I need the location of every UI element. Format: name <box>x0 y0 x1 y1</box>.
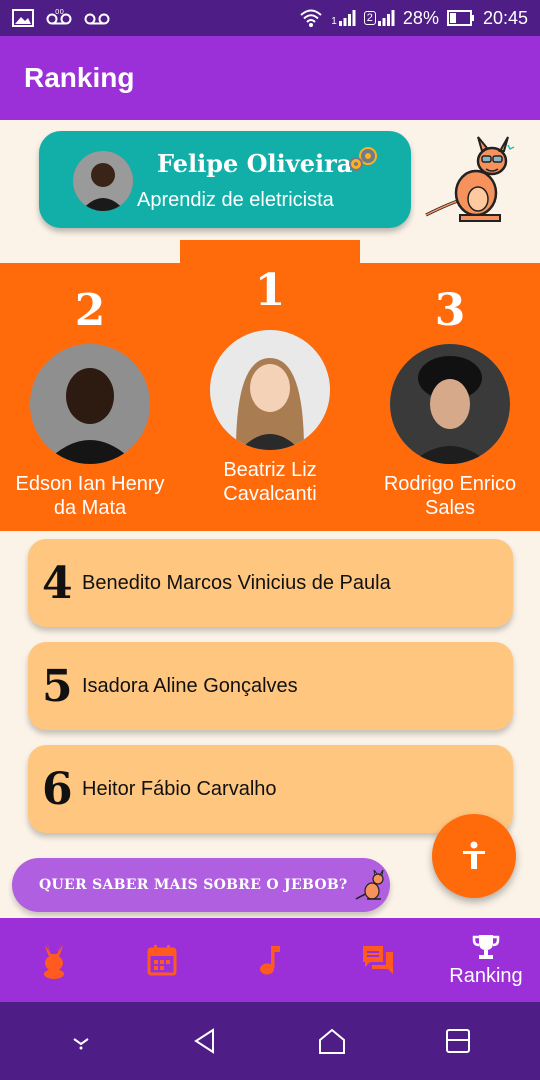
podium-rank: 1 <box>254 265 286 316</box>
battery-percent: 28% <box>402 7 439 28</box>
app-bar: Ranking <box>0 36 540 120</box>
status-bar: 00 1 2 28% 20:45 <box>0 0 540 36</box>
podium-name: Edson Ian Henry da Mata <box>15 473 165 519</box>
battery-icon <box>446 10 474 26</box>
bottom-nav: Ranking <box>0 918 540 1002</box>
chevron-down-icon[interactable] <box>69 1031 93 1051</box>
nav-label-ranking: Ranking <box>449 964 523 987</box>
podium-name: Beatriz Liz Cavalcanti <box>223 459 317 505</box>
accessibility-button[interactable] <box>432 814 516 898</box>
kangaroo-mascot-icon <box>425 136 515 222</box>
back-icon[interactable] <box>191 1027 219 1055</box>
sim-2-indicator: 2 <box>363 9 395 27</box>
signal-icon <box>377 10 395 26</box>
podium-second[interactable]: 2 Edson Ian Henry da Mata <box>10 285 170 520</box>
list-item[interactable]: 6 Heitor Fábio Carvalho <box>28 745 513 833</box>
podium-rank: 3 <box>434 285 466 336</box>
nav-item-calendar[interactable] <box>108 918 216 1002</box>
nav-item-music[interactable] <box>216 918 324 1002</box>
system-nav-bar <box>0 1002 540 1080</box>
accessibility-icon <box>463 841 485 869</box>
rabbit-icon <box>44 943 64 979</box>
profile-card[interactable]: Felipe Oliveira Aprendiz de eletricista <box>39 131 411 228</box>
avatar <box>210 330 330 450</box>
voicemail-icon: 00 <box>46 9 72 25</box>
svg-text:00: 00 <box>55 9 64 16</box>
avatar <box>73 151 133 211</box>
rank-number: 5 <box>42 660 73 712</box>
list-item[interactable]: 5 Isadora Aline Gonçalves <box>28 642 513 730</box>
avatar <box>30 344 150 464</box>
signal-icon <box>338 10 356 26</box>
rank-number: 6 <box>42 763 73 815</box>
recents-icon[interactable] <box>445 1028 471 1054</box>
chat-icon <box>363 946 393 974</box>
podium-rank: 2 <box>74 285 106 336</box>
rank-name: Isadora Aline Gonçalves <box>82 674 298 697</box>
sim-badge: 2 <box>363 11 376 25</box>
podium-third[interactable]: 3 Rodrigo Enrico Sales <box>370 285 530 520</box>
rank-name: Heitor Fábio Carvalho <box>82 777 277 800</box>
wifi-icon <box>300 9 322 27</box>
avatar <box>390 344 510 464</box>
music-note-icon <box>260 946 280 975</box>
sim-1-indicator: 1 <box>331 9 356 27</box>
calendar-icon <box>147 945 177 976</box>
nav-item-ranking[interactable]: Ranking <box>432 918 540 1002</box>
info-banner-text: QUER SABER MAIS SOBRE O JEBOB? <box>39 877 348 893</box>
podium: 2 Edson Ian Henry da Mata 1 Beatriz Liz … <box>0 263 540 531</box>
page-title: Ranking <box>24 62 135 93</box>
profile-role: Aprendiz de eletricista <box>137 189 334 211</box>
clock: 20:45 <box>482 7 528 28</box>
rank-name: Benedito Marcos Vinicius de Paula <box>82 571 391 594</box>
podium-name: Rodrigo Enrico Sales <box>383 473 517 519</box>
home-icon[interactable] <box>317 1027 347 1055</box>
kangaroo-icon <box>356 869 385 900</box>
list-item[interactable]: 4 Benedito Marcos Vinicius de Paula <box>28 539 513 627</box>
trophy-icon <box>472 934 500 959</box>
info-banner-button[interactable]: QUER SABER MAIS SOBRE O JEBOB? <box>12 858 390 912</box>
voicemail-icon <box>84 13 110 25</box>
rank-number: 4 <box>42 557 73 609</box>
profile-name: Felipe Oliveira <box>157 149 353 178</box>
nav-item-home[interactable] <box>0 918 108 1002</box>
podium-first[interactable]: 1 Beatriz Liz Cavalcanti <box>190 265 350 506</box>
gear-icon[interactable] <box>346 145 380 175</box>
nav-item-chat[interactable] <box>324 918 432 1002</box>
sim-number: 1 <box>331 16 337 27</box>
image-icon <box>12 9 34 27</box>
